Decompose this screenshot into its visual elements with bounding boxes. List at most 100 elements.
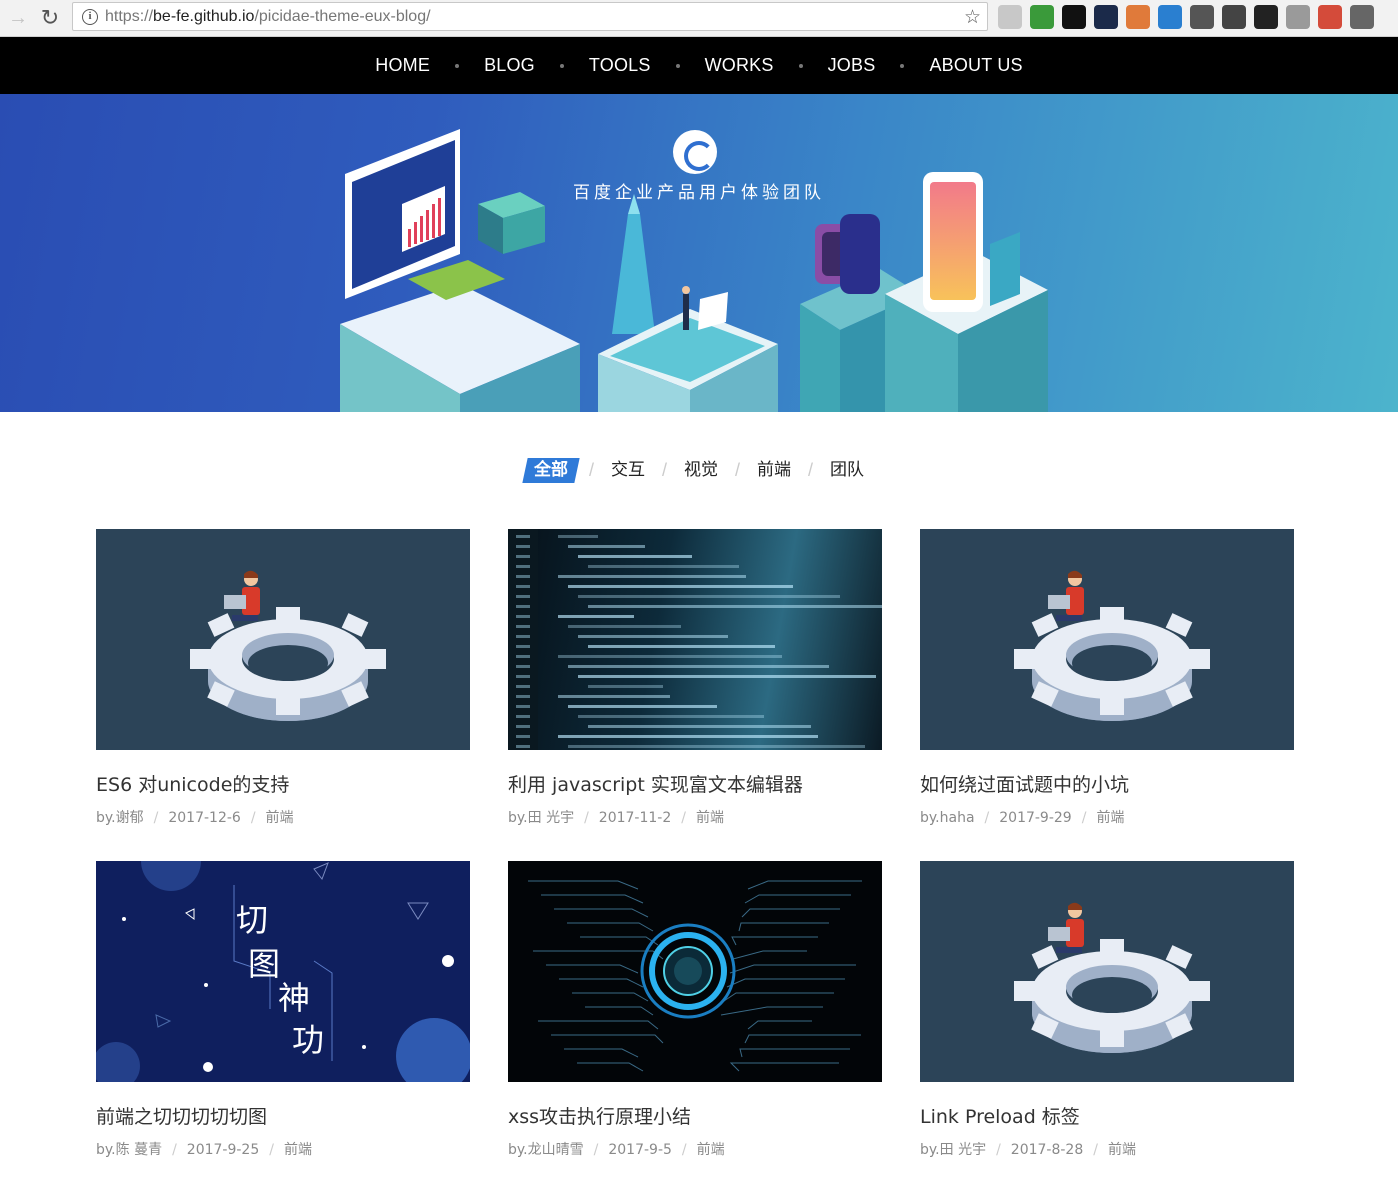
post-meta: by.田 光宇 / 2017-8-28 / 前端	[920, 1139, 1294, 1159]
post-thumbnail[interactable]	[96, 529, 470, 750]
post-category[interactable]: 前端	[1108, 1142, 1136, 1158]
hero-banner: 百度企业产品用户体验团队	[0, 94, 1398, 412]
nav-link-home[interactable]: HOME	[375, 55, 430, 76]
address-bar[interactable]: i https://be-fe.github.io/picidae-theme-…	[72, 2, 988, 31]
meta-separator: /	[269, 1142, 274, 1158]
thumbnail-character: 切	[236, 901, 269, 939]
tab-separator: /	[588, 460, 594, 480]
post-title[interactable]: 利用 javascript 实现富文本编辑器	[508, 770, 882, 797]
banner-title: 百度企业产品用户体验团队	[573, 183, 825, 203]
reload-icon[interactable]: ↻	[38, 6, 62, 30]
circle-icon[interactable]	[1062, 5, 1086, 29]
react-icon[interactable]	[1094, 5, 1118, 29]
tab-4[interactable]: 团队	[821, 458, 873, 483]
post-category[interactable]: 前端	[696, 810, 724, 826]
post-category[interactable]: 前端	[266, 810, 294, 826]
post-meta: by.田 光宇 / 2017-11-2 / 前端	[508, 807, 882, 827]
nav-separator-dot	[559, 63, 564, 68]
nav-separator-dot	[798, 63, 803, 68]
nav-link-blog[interactable]: BLOG	[484, 55, 535, 76]
bookmark-star-icon[interactable]: ☆	[964, 6, 981, 29]
meta-separator: /	[681, 810, 686, 826]
tab-0[interactable]: 全部	[522, 458, 580, 483]
post-thumbnail[interactable]	[920, 529, 1294, 750]
meta-separator: /	[984, 810, 990, 826]
post-meta: by.龙山晴雪 / 2017-9-5 / 前端	[508, 1139, 882, 1159]
thumbnail-character: 功	[292, 1021, 325, 1059]
meta-separator: /	[1081, 810, 1087, 826]
thumbnail-character: 图	[248, 945, 281, 983]
meta-separator: /	[996, 1142, 1001, 1158]
eux-logo-icon[interactable]	[673, 130, 717, 174]
post-card[interactable]: 如何绕过面试题中的小坑 by.haha / 2017-9-29 / 前端	[920, 529, 1294, 827]
nav-separator-dot	[675, 63, 680, 68]
post-thumbnail[interactable]	[508, 529, 882, 750]
tab-2[interactable]: 视觉	[675, 458, 727, 483]
google-icon[interactable]	[1318, 5, 1342, 29]
post-thumbnail[interactable]	[508, 861, 882, 1082]
post-author: by.龙山晴雪	[508, 1142, 584, 1158]
s-icon[interactable]	[1158, 5, 1182, 29]
tab-3[interactable]: 前端	[748, 458, 800, 483]
info-icon[interactable]: i	[82, 9, 98, 25]
function-icon[interactable]	[1254, 5, 1278, 29]
post-author: by.haha	[920, 810, 975, 826]
extension-icons	[998, 5, 1374, 29]
post-card[interactable]: ES6 对unicode的支持 by.谢郁 / 2017-12-6 / 前端	[96, 529, 470, 827]
post-date: 2017-11-2	[598, 810, 672, 826]
image-icon[interactable]	[1190, 5, 1214, 29]
post-title[interactable]: Link Preload 标签	[920, 1102, 1294, 1129]
post-category[interactable]: 前端	[1096, 810, 1124, 826]
category-tabs: 全部 / 交互 / 视觉 / 前端 / 团队	[0, 458, 1398, 483]
post-title[interactable]: ES6 对unicode的支持	[96, 770, 470, 797]
post-author: by.田 光宇	[920, 1142, 987, 1158]
shield-icon[interactable]	[1030, 5, 1054, 29]
tab-separator: /	[735, 460, 741, 480]
post-category[interactable]: 前端	[697, 1142, 725, 1158]
nav-separator-dot	[900, 63, 905, 68]
post-meta: by.陈 蔓青 / 2017-9-25 / 前端	[96, 1139, 470, 1159]
post-card[interactable]: 切图神功前端之切切切切切图 by.陈 蔓青 / 2017-9-25 / 前端	[96, 861, 470, 1159]
meta-separator: /	[1093, 1142, 1098, 1158]
post-author: by.陈 蔓青	[96, 1142, 163, 1158]
tab-icon[interactable]	[998, 5, 1022, 29]
nav-separator-dot	[455, 63, 460, 68]
nav-link-tools[interactable]: TOOLS	[589, 55, 651, 76]
browser-toolbar: → ↻ i https://be-fe.github.io/picidae-th…	[0, 0, 1398, 37]
bracket-icon[interactable]	[1222, 5, 1246, 29]
meta-separator: /	[593, 1142, 599, 1158]
post-date: 2017-9-25	[186, 1142, 260, 1158]
nav-link-jobs[interactable]: JOBS	[828, 55, 876, 76]
s-icon[interactable]	[1286, 5, 1310, 29]
github-icon[interactable]	[1350, 5, 1374, 29]
meta-separator: /	[584, 810, 589, 826]
post-date: 2017-12-6	[168, 810, 241, 826]
url-text[interactable]: https://be-fe.github.io/picidae-theme-eu…	[105, 8, 431, 26]
nav-link-works[interactable]: WORKS	[705, 55, 774, 76]
post-date: 2017-8-28	[1010, 1142, 1084, 1158]
post-author: by.谢郁	[96, 810, 144, 826]
tab-separator: /	[661, 460, 667, 480]
post-date: 2017-9-29	[999, 810, 1072, 826]
post-category[interactable]: 前端	[284, 1142, 312, 1158]
thumbnail-character: 神	[278, 979, 311, 1017]
tab-separator: /	[808, 460, 814, 480]
post-card[interactable]: Link Preload 标签 by.田 光宇 / 2017-8-28 / 前端	[920, 861, 1294, 1159]
site-nav: HOME BLOG TOOLS WORKS JOBS ABOUT US	[0, 37, 1398, 94]
meta-separator: /	[153, 810, 159, 826]
post-title[interactable]: 前端之切切切切切图	[96, 1102, 470, 1129]
post-title[interactable]: 如何绕过面试题中的小坑	[920, 770, 1294, 797]
post-title[interactable]: xss攻击执行原理小结	[508, 1102, 882, 1129]
forward-arrow-icon[interactable]: →	[6, 6, 30, 30]
nav-link-about-us[interactable]: ABOUT US	[929, 55, 1022, 76]
tab-1[interactable]: 交互	[602, 458, 654, 483]
post-date: 2017-9-5	[608, 1142, 672, 1158]
post-meta: by.haha / 2017-9-29 / 前端	[920, 807, 1294, 827]
post-card[interactable]: xss攻击执行原理小结 by.龙山晴雪 / 2017-9-5 / 前端	[508, 861, 882, 1159]
post-card[interactable]: 利用 javascript 实现富文本编辑器 by.田 光宇 / 2017-11-2 /…	[508, 529, 882, 827]
meta-separator: /	[172, 1142, 177, 1158]
post-thumbnail[interactable]: 切图神功	[96, 861, 470, 1082]
fox-icon[interactable]	[1126, 5, 1150, 29]
meta-separator: /	[681, 1142, 687, 1158]
post-thumbnail[interactable]	[920, 861, 1294, 1082]
